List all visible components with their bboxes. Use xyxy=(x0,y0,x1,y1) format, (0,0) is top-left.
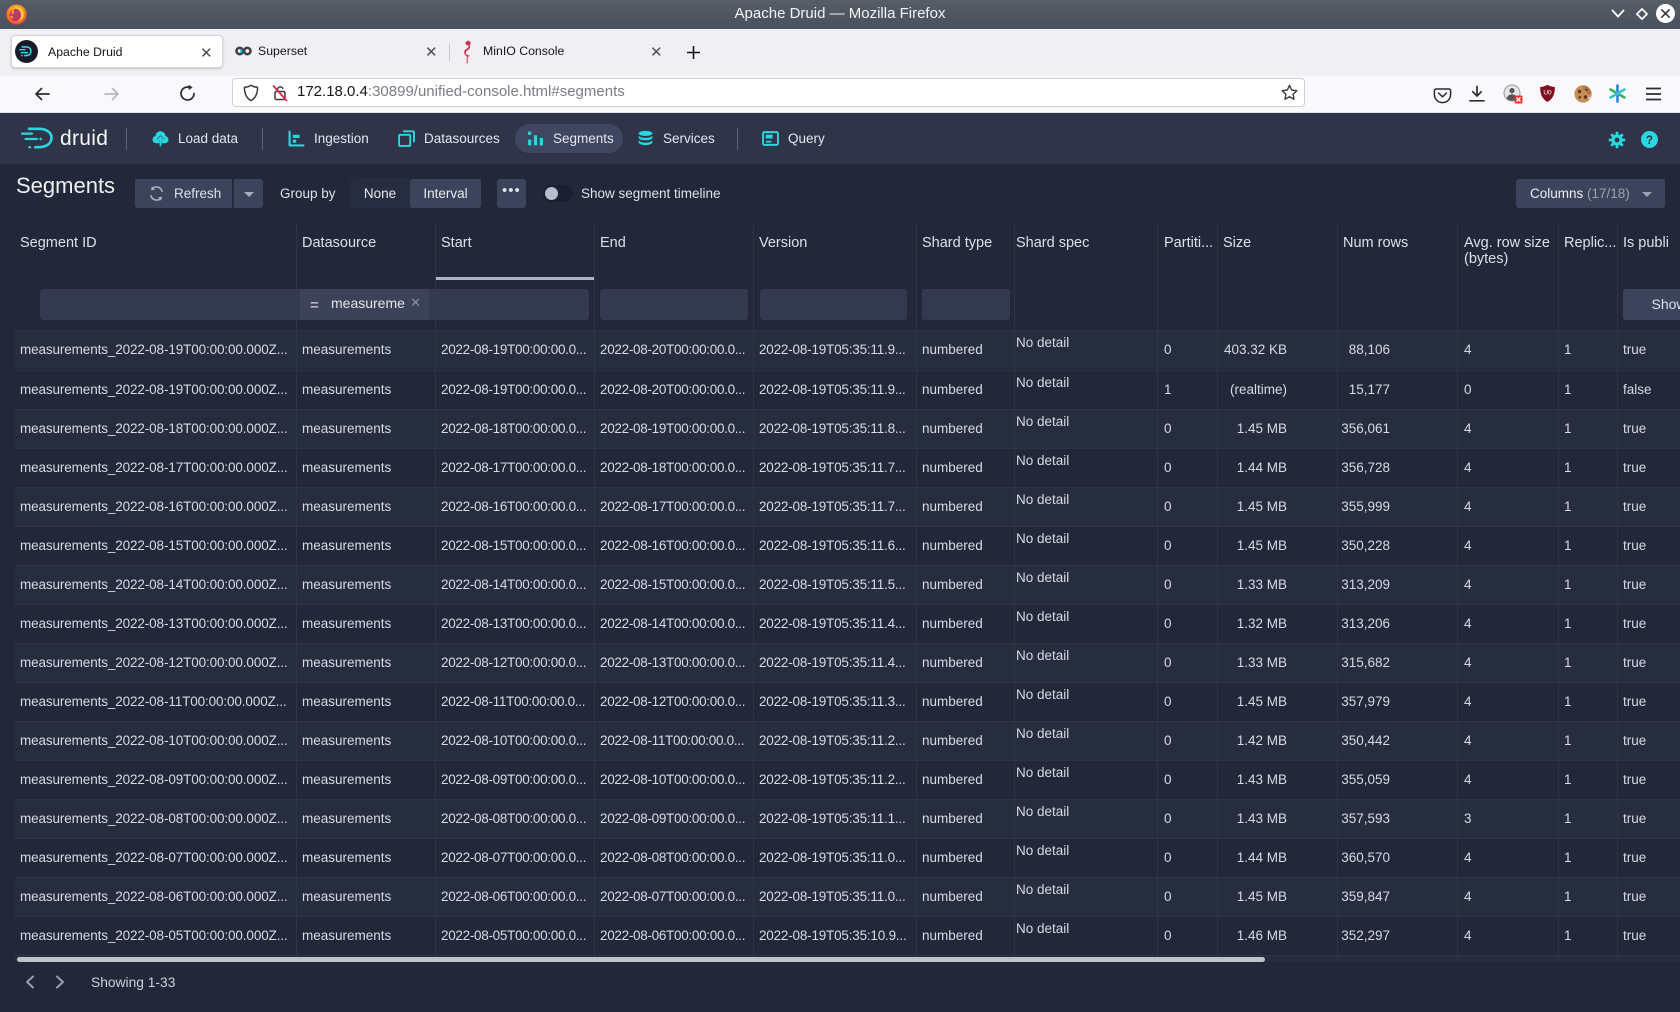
svg-text:U0: U0 xyxy=(1543,90,1552,97)
svg-text:?: ? xyxy=(1646,134,1653,147)
